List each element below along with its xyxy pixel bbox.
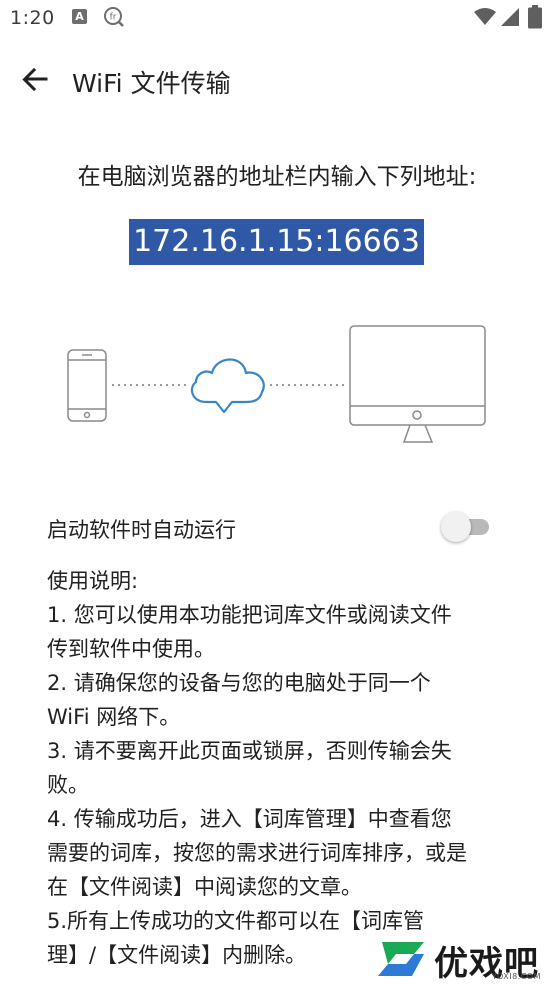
back-button[interactable] (14, 60, 54, 100)
usage-instructions: 使用说明: 1. 您可以使用本功能把词库文件或阅读文件 传到软件中使用。 2. … (47, 564, 527, 972)
arrow-back-icon (22, 67, 48, 92)
autostart-toggle[interactable] (441, 511, 491, 543)
help-line: 使用说明: (47, 569, 139, 593)
help-line: 2. 请确保您的设备与您的电脑处于同一个 (47, 671, 431, 695)
phone-icon (67, 349, 107, 422)
app-bar: WiFi 文件传输 (0, 44, 554, 116)
fr-notification-text: fr (110, 13, 117, 23)
status-time: 1:20 (10, 7, 55, 29)
page-title: WiFi 文件传输 (72, 69, 231, 98)
help-line: 在【文件阅读】中阅读您的文章。 (47, 875, 362, 899)
server-address: 172.16.1.15:16663 (129, 219, 424, 265)
connection-illustration (0, 320, 554, 450)
help-line: WiFi 网络下。 (47, 705, 181, 729)
cellular-icon (500, 7, 520, 31)
watermark-subtext: YOXI8.COM (492, 972, 541, 981)
wifi-icon (474, 8, 496, 30)
help-line: 传到软件中使用。 (47, 637, 215, 661)
a-notification-icon: A (72, 9, 87, 24)
help-line: 需要的词库，按您的需求进行词库排序，或是 (47, 841, 467, 865)
help-line: 3. 请不要离开此页面或锁屏，否则传输会失 (47, 739, 452, 763)
watermark-logo: 优戏吧 YOXI8.COM (372, 934, 554, 984)
monitor-icon (349, 325, 486, 443)
help-line: 5.所有上传成功的文件都可以在【词库管 (47, 909, 425, 933)
help-line: 1. 您可以使用本功能把词库文件或阅读文件 (47, 603, 452, 627)
instruction-text: 在电脑浏览器的地址栏内输入下列地址: (77, 164, 477, 190)
status-bar: 1:20 A fr (0, 0, 554, 38)
autostart-label: 启动软件时自动运行 (47, 518, 236, 542)
toggle-thumb (441, 512, 471, 542)
help-line: 4. 传输成功后，进入【词库管理】中查看您 (47, 807, 452, 831)
watermark-emblem-icon (378, 942, 424, 976)
wifi-transfer-screen: 1:20 A fr WiFi 文件传输 在电脑浏览器的地址栏内输入下列地址: 1… (0, 0, 554, 984)
battery-icon (528, 5, 542, 33)
cloud-icon (190, 358, 265, 414)
fr-notification-icon: fr (103, 6, 125, 32)
help-line: 败。 (47, 773, 89, 797)
